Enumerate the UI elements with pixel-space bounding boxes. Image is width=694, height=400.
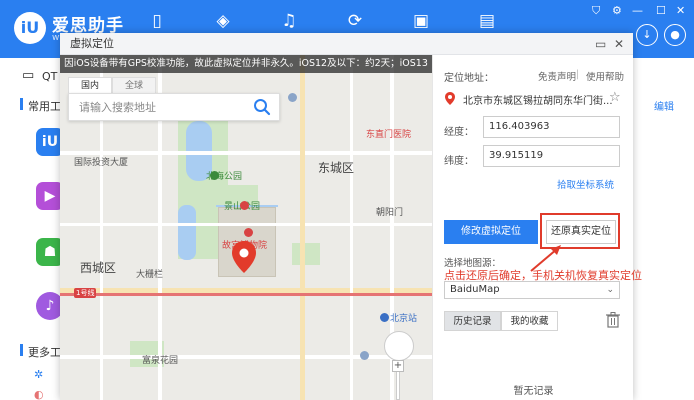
location-pin-icon bbox=[445, 92, 455, 105]
map-label-dongcheng: 东城区 bbox=[318, 161, 355, 175]
map-source-select[interactable]: BaiduMap ⌄ bbox=[444, 281, 620, 299]
chevron-down-icon: ⌄ bbox=[606, 285, 614, 295]
close-icon[interactable]: ✕ bbox=[676, 4, 685, 17]
tool-icon[interactable]: ◐ bbox=[34, 388, 44, 400]
map-label-xicheng: 西城区 bbox=[80, 261, 117, 275]
latitude-label: 纬度： bbox=[444, 156, 474, 167]
maximize-icon[interactable]: ☐ bbox=[656, 4, 666, 17]
trash-icon[interactable] bbox=[606, 312, 620, 328]
poi-icon bbox=[288, 93, 297, 102]
disclaimer-link[interactable]: 免责声明 bbox=[538, 69, 576, 83]
dialog-title: 虚拟定位 bbox=[70, 37, 114, 50]
map-label-beijing-station: 北京站 bbox=[390, 314, 418, 324]
user-icon[interactable]: ● bbox=[664, 24, 686, 46]
longitude-field[interactable]: 116.403963 bbox=[483, 116, 620, 138]
map-label-chaoyangmen: 朝阳门 bbox=[376, 208, 404, 218]
map-label-investment: 国际投资大厦 bbox=[74, 158, 129, 168]
poi-icon bbox=[360, 351, 369, 360]
sidebar-section-common: 常用工 bbox=[28, 100, 61, 113]
music-icon[interactable]: ♫ bbox=[278, 10, 300, 32]
edit-link[interactable]: 编辑 bbox=[654, 98, 674, 113]
road bbox=[60, 223, 432, 226]
favorite-star-icon[interactable]: ☆ bbox=[609, 90, 621, 105]
avenue bbox=[300, 55, 305, 400]
metro-line-1 bbox=[60, 293, 432, 296]
box-icon[interactable]: ◈ bbox=[212, 10, 234, 32]
map-pan-control[interactable] bbox=[384, 331, 414, 361]
road bbox=[60, 355, 432, 359]
longitude-label: 经度： bbox=[444, 127, 474, 138]
search-icon[interactable] bbox=[253, 98, 271, 116]
zoom-in-button[interactable]: + bbox=[392, 360, 404, 372]
sidebar-item-device[interactable]: QT bbox=[42, 70, 57, 83]
map-source-value: BaiduMap bbox=[450, 284, 500, 295]
attraction-poi-icon bbox=[240, 201, 249, 210]
shield-icon[interactable]: ⛉ bbox=[592, 4, 600, 18]
road bbox=[350, 55, 353, 400]
tab-favorites[interactable]: 我的收藏 bbox=[501, 311, 558, 331]
download-icon[interactable]: ↓ bbox=[636, 24, 658, 46]
location-address-label: 定位地址： bbox=[444, 73, 494, 84]
dialog-close-icon[interactable]: ✕ bbox=[614, 33, 624, 55]
link-separator: | bbox=[576, 69, 580, 80]
record-tabs: 历史记录 我的收藏 bbox=[444, 311, 558, 331]
metro-label: 1号线 bbox=[74, 288, 97, 298]
settings-icon[interactable]: ⚙ bbox=[612, 4, 622, 17]
help-link[interactable]: 使用帮助 bbox=[586, 69, 624, 83]
map-label-fuquan: 富泉花园 bbox=[142, 356, 179, 366]
map-search-box bbox=[68, 93, 280, 121]
section-marker bbox=[20, 98, 23, 110]
tab-global[interactable]: 全球 bbox=[112, 77, 156, 94]
location-panel: 定位地址： 免责声明 | 使用帮助 北京市东城区锡拉胡同东华门街... ☆ 经度… bbox=[432, 55, 642, 400]
sidebar-section-more: 更多工 bbox=[28, 346, 61, 359]
tab-history[interactable]: 历史记录 bbox=[444, 311, 501, 331]
station-poi-icon bbox=[380, 313, 389, 322]
modify-location-button[interactable]: 修改虚拟定位 bbox=[444, 220, 538, 244]
app-sidebar: ▭ QT 常用工 iU ▶ ☗ ♪ 更多工 ✲ ◐ bbox=[0, 58, 64, 400]
location-marker-icon[interactable] bbox=[232, 241, 256, 277]
map-label-dazhalan: 大栅栏 bbox=[136, 270, 164, 280]
tab-domestic[interactable]: 国内 bbox=[68, 77, 112, 94]
toolbox-icon[interactable]: ▣ bbox=[410, 10, 432, 32]
search-input[interactable] bbox=[69, 94, 244, 120]
latitude-field[interactable]: 39.915119 bbox=[483, 145, 620, 167]
dialog-titlebar: 虚拟定位 ▭ ✕ bbox=[60, 33, 633, 55]
virtual-location-dialog: 虚拟定位 ▭ ✕ 1号线 东城区 西城区 北海公园 景山公园 故宫博物院 大栅栏 bbox=[60, 33, 642, 400]
current-address: 北京市东城区锡拉胡同东华门街... bbox=[463, 96, 613, 107]
section-marker bbox=[20, 344, 23, 356]
gear-tool-icon[interactable]: ✲ bbox=[34, 368, 43, 381]
minimize-icon[interactable]: — bbox=[632, 4, 643, 17]
dialog-minimize-icon[interactable]: ▭ bbox=[595, 33, 606, 55]
zhongnanhai-lake bbox=[178, 205, 196, 260]
park-poi-icon bbox=[210, 171, 219, 180]
monitor-icon: ▭ bbox=[22, 68, 35, 83]
app-logo-icon: iU bbox=[14, 12, 46, 44]
green-area bbox=[292, 243, 320, 265]
phone-icon[interactable]: ▯ bbox=[146, 10, 168, 32]
pick-coordinate-link[interactable]: 拾取坐标系统 bbox=[557, 177, 614, 191]
region-tabs: 国内 全球 bbox=[68, 77, 156, 94]
museum-poi-icon bbox=[244, 228, 253, 237]
map-view[interactable]: 1号线 东城区 西城区 北海公园 景山公园 故宫博物院 大栅栏 国际投资大厦 北… bbox=[60, 55, 432, 400]
bag-icon[interactable]: ▤ bbox=[476, 10, 498, 32]
map-source-label: 选择地图源： bbox=[444, 258, 502, 269]
empty-records-text: 暂无记录 bbox=[513, 386, 554, 397]
gps-notice: 因iOS设备带有GPS校准功能，故此虚拟定位并非永久。iOS12及以下：约2天；… bbox=[60, 55, 432, 73]
map-label-dongzhimen: 东直门医院 bbox=[366, 130, 412, 140]
refresh-icon[interactable]: ⟳ bbox=[344, 10, 366, 32]
